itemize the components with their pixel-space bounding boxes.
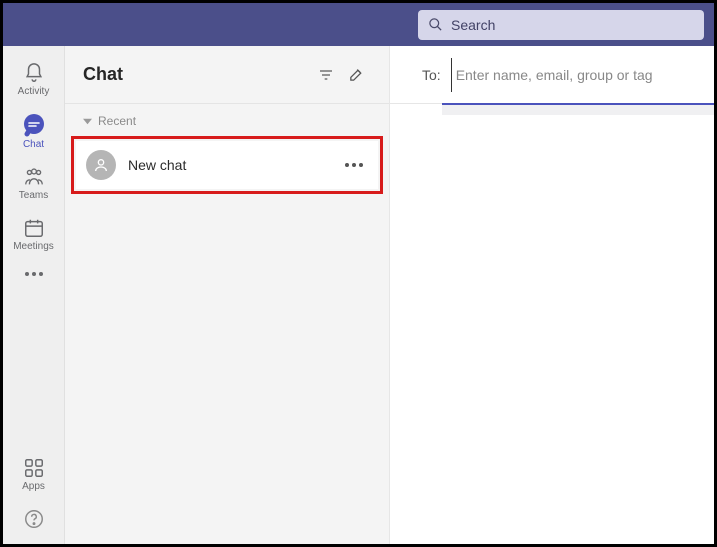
help-icon — [23, 508, 45, 530]
chevron-down-icon — [83, 117, 92, 126]
rail-teams-label: Teams — [19, 190, 48, 201]
person-icon — [93, 157, 109, 173]
to-shadow — [442, 105, 714, 115]
chat-list-title: Chat — [83, 64, 311, 85]
to-input[interactable]: Enter name, email, group or tag — [451, 58, 702, 92]
search-input[interactable]: Search — [418, 10, 704, 40]
app-rail: Activity Chat Teams Meetings Apps — [3, 46, 65, 544]
search-icon — [428, 17, 443, 32]
rail-apps-label: Apps — [22, 481, 45, 492]
compose-icon — [348, 66, 365, 83]
more-icon — [25, 272, 43, 276]
calendar-icon — [23, 217, 45, 239]
rail-activity[interactable]: Activity — [9, 56, 59, 101]
chat-icon — [22, 113, 46, 137]
search-placeholder: Search — [451, 17, 495, 33]
filter-icon — [318, 67, 334, 83]
rail-apps[interactable]: Apps — [9, 451, 59, 496]
rail-teams[interactable]: Teams — [9, 160, 59, 205]
chat-item-name: New chat — [128, 157, 328, 173]
chat-item-more[interactable] — [340, 163, 368, 167]
recent-label: Recent — [98, 114, 136, 128]
highlight-annotation: New chat — [71, 136, 383, 194]
chat-list-header: Chat — [65, 46, 389, 104]
conversation-pane: To: Enter name, email, group or tag — [390, 46, 714, 544]
teams-icon — [22, 166, 46, 188]
bell-icon — [23, 62, 45, 84]
filter-button[interactable] — [311, 60, 341, 90]
chat-list-item[interactable]: New chat — [76, 141, 378, 189]
rail-more[interactable] — [9, 262, 59, 280]
rail-activity-label: Activity — [18, 86, 50, 97]
rail-meetings-label: Meetings — [13, 241, 54, 252]
to-placeholder: Enter name, email, group or tag — [456, 67, 653, 83]
title-bar: Search — [3, 3, 714, 46]
more-icon — [345, 163, 363, 167]
to-label: To: — [422, 67, 441, 83]
apps-icon — [23, 457, 45, 479]
rail-meetings[interactable]: Meetings — [9, 211, 59, 256]
main-area: Activity Chat Teams Meetings Apps — [3, 46, 714, 544]
avatar — [86, 150, 116, 180]
chat-list-pane: Chat Recent New chat — [65, 46, 390, 544]
rail-chat[interactable]: Chat — [9, 107, 59, 154]
rail-help[interactable] — [9, 502, 59, 534]
rail-chat-label: Chat — [23, 139, 44, 150]
to-field-row: To: Enter name, email, group or tag — [390, 46, 714, 104]
recent-section[interactable]: Recent — [65, 104, 389, 136]
new-chat-button[interactable] — [341, 60, 371, 90]
